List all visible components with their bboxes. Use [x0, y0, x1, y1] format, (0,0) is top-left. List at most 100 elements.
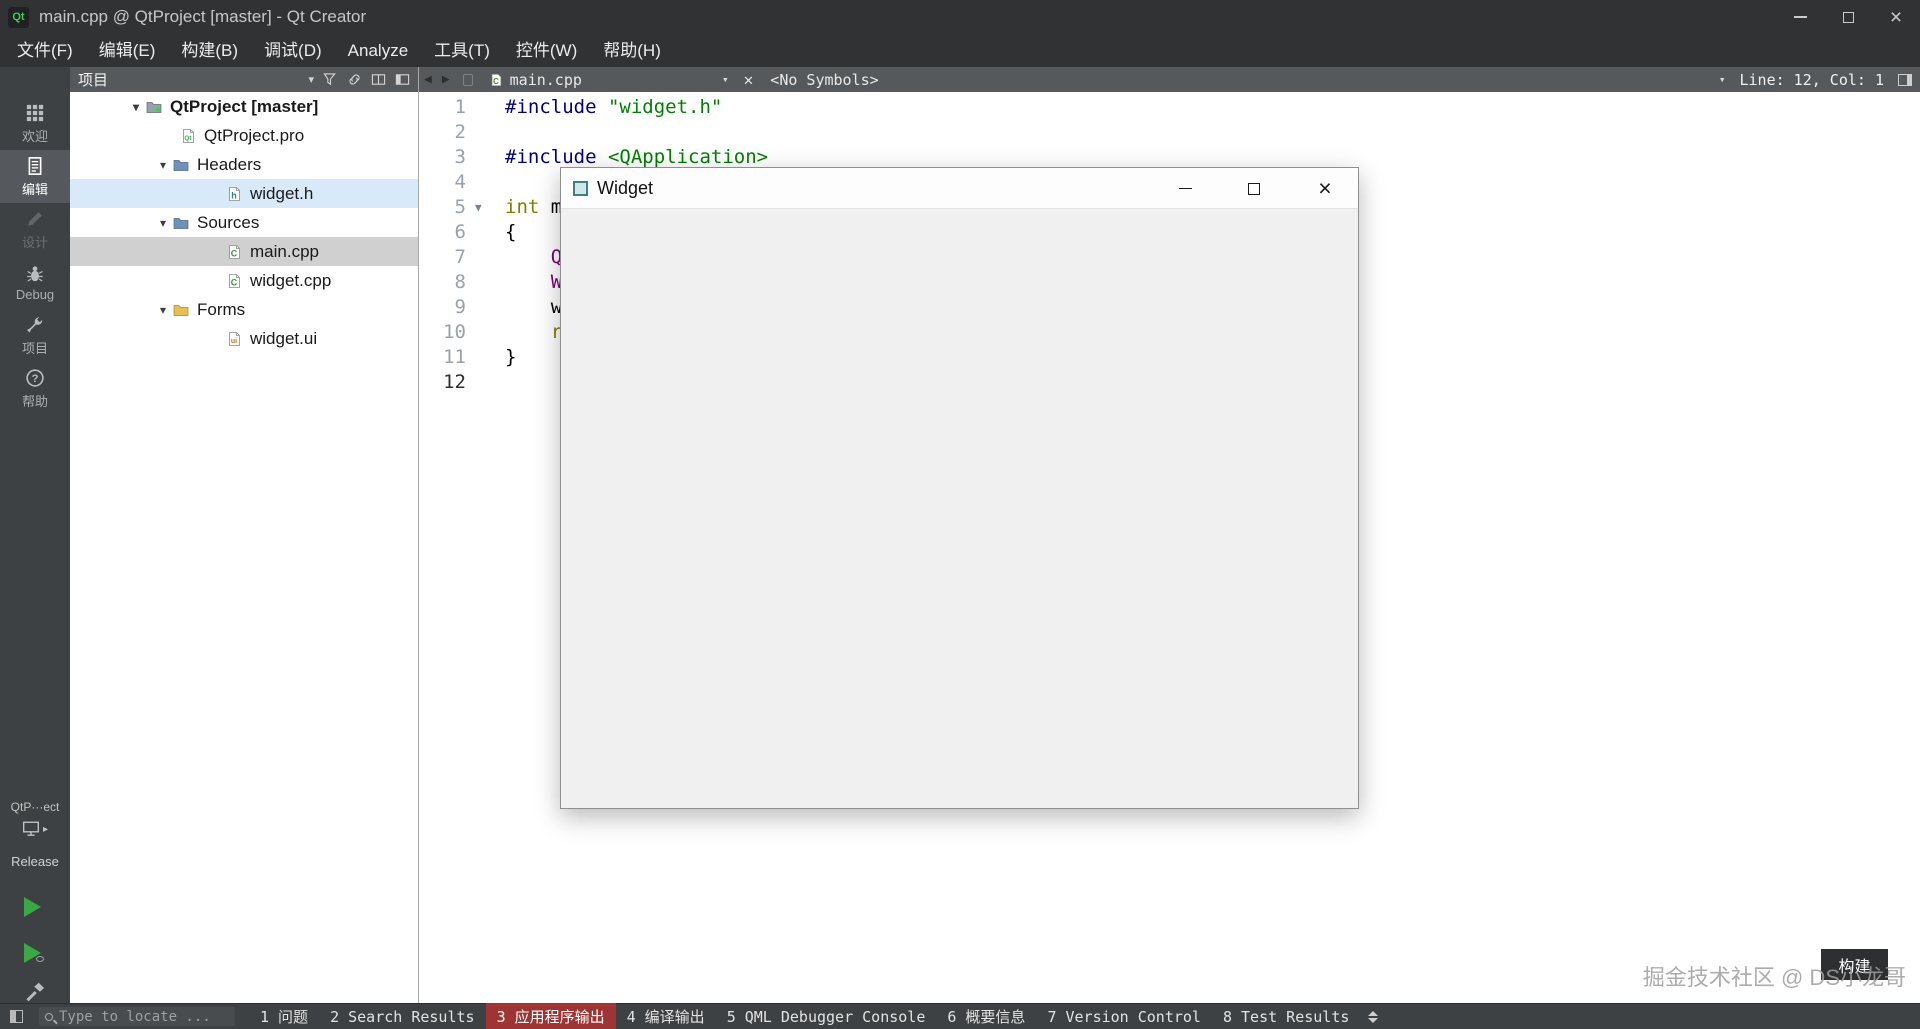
menu-window[interactable]: 控件(W): [503, 34, 590, 67]
split-panel-icon[interactable]: [371, 72, 386, 87]
document-selector[interactable]: C main.cpp ▾: [483, 71, 735, 89]
pane-summary-info[interactable]: 6 概要信息: [936, 1003, 1036, 1029]
window-title: main.cpp @ QtProject [master] - Qt Creat…: [39, 7, 367, 26]
chevron-down-icon[interactable]: ▾: [126, 100, 146, 114]
menu-edit[interactable]: 编辑(E): [86, 34, 169, 67]
kit-selector-label[interactable]: QtP···ect: [0, 800, 70, 814]
edit-document-icon: [28, 156, 42, 175]
menu-analyze[interactable]: Analyze: [335, 34, 421, 67]
panel-dropdown-icon[interactable]: ▾: [308, 73, 314, 86]
pane-compile-output[interactable]: 4 编译输出: [616, 1003, 716, 1029]
chevron-down-icon[interactable]: ▾: [1719, 73, 1726, 86]
tree-row-widget-cpp[interactable]: C widget.cpp: [70, 266, 418, 295]
line-number: 3: [454, 146, 466, 168]
line-number: 2: [454, 121, 466, 143]
maximize-button[interactable]: [1824, 0, 1872, 34]
menu-tools[interactable]: 工具(T): [421, 34, 503, 67]
chevron-down-icon[interactable]: ▾: [153, 158, 173, 172]
pane-version-control[interactable]: 7 Version Control: [1036, 1005, 1212, 1029]
ui-file-icon: ui: [226, 331, 242, 347]
tree-label: QtProject [master]: [170, 96, 319, 116]
line-number: 11: [443, 346, 466, 368]
line-number: 10: [443, 321, 466, 343]
project-panel-header: 项目 ▾: [70, 67, 418, 92]
editor-toolbar: ◀ ▶ C main.cpp ▾ ✕ <No Symbols> ▾ Line: …: [419, 67, 1920, 92]
tree-row-headers[interactable]: ▾ Headers: [70, 150, 418, 179]
pro-file-icon: Qt: [180, 128, 196, 144]
menu-file[interactable]: 文件(F): [4, 34, 86, 67]
tree-row-project-root[interactable]: ▾ QtProject [master]: [70, 92, 418, 121]
menu-help[interactable]: 帮助(H): [590, 34, 674, 67]
line-number: 8: [454, 271, 466, 293]
line-number: 1: [454, 96, 466, 118]
cursor-position-label: Line: 12, Col: 1: [1739, 70, 1885, 89]
svg-text:h: h: [231, 190, 237, 200]
widget-window-titlebar[interactable]: Widget ×: [561, 168, 1358, 209]
search-icon: [45, 1012, 53, 1021]
pane-application-output[interactable]: 3 应用程序输出: [485, 1003, 616, 1029]
svg-text:C: C: [231, 248, 238, 258]
widget-close-button[interactable]: ×: [1302, 168, 1348, 209]
pane-expand-icon[interactable]: [1368, 1010, 1379, 1023]
sync-link-icon[interactable]: [347, 72, 362, 87]
chevron-down-icon[interactable]: ▾: [153, 216, 173, 230]
toggle-left-sidebar-icon[interactable]: [10, 1010, 23, 1023]
mode-help[interactable]: ? 帮助: [0, 362, 70, 415]
pane-test-results[interactable]: 8 Test Results: [1212, 1005, 1360, 1029]
close-panel-icon[interactable]: [395, 72, 410, 87]
locator-input[interactable]: [59, 1008, 219, 1025]
tree-row-sources[interactable]: ▾ Sources: [70, 208, 418, 237]
pane-search-results[interactable]: 2 Search Results: [319, 1005, 486, 1029]
fold-marker-icon[interactable]: ▼: [475, 195, 482, 220]
chevron-down-icon[interactable]: ▾: [722, 73, 729, 86]
close-document-icon[interactable]: ✕: [735, 70, 763, 89]
symbols-dropdown[interactable]: <No Symbols>: [770, 71, 878, 89]
menu-debug[interactable]: 调试(D): [251, 34, 335, 67]
filter-icon[interactable]: [323, 72, 338, 87]
code-line[interactable]: 2: [419, 120, 1920, 145]
tree-row-widget-h[interactable]: h widget.h: [70, 179, 418, 208]
tree-row-main-cpp[interactable]: C main.cpp: [70, 237, 418, 266]
menu-build[interactable]: 构建(B): [168, 34, 251, 67]
run-button[interactable]: [24, 897, 41, 917]
minimize-icon: [1178, 187, 1192, 190]
line-number: 5: [454, 196, 466, 218]
mode-sidebar: 欢迎 编辑 设计 Debug 项目 ? 帮助 QtP···ect ▸ Relea…: [0, 67, 70, 1003]
mode-edit[interactable]: 编辑: [0, 150, 70, 203]
code-text: #include "widget.h": [505, 96, 723, 118]
tree-row-forms[interactable]: ▾ Forms: [70, 295, 418, 324]
widget-window-title: Widget: [597, 177, 654, 198]
tree-label: Headers: [197, 154, 262, 174]
project-tree: ▾ QtProject [master] Qt QtProject.pro ▾ …: [70, 92, 418, 353]
forward-icon[interactable]: ▶: [437, 72, 455, 87]
tree-row-widget-ui[interactable]: ui widget.ui: [70, 324, 418, 353]
project-panel-title[interactable]: 项目: [78, 69, 108, 90]
mode-welcome[interactable]: 欢迎: [0, 97, 70, 150]
project-panel: 项目 ▾ ▾ QtProject [master] Qt QtProject.p…: [70, 67, 419, 1003]
widget-app-window[interactable]: Widget ×: [560, 167, 1359, 809]
chevron-down-icon[interactable]: ▾: [153, 303, 173, 317]
tree-row-pro-file[interactable]: Qt QtProject.pro: [70, 121, 418, 150]
debug-bug-icon: [27, 265, 43, 282]
pane-qml-debugger-console[interactable]: 5 QML Debugger Console: [716, 1005, 937, 1029]
output-pane-buttons: 1 问题 2 Search Results 3 应用程序输出 4 编译输出 5 …: [249, 1003, 1360, 1029]
mode-debug[interactable]: Debug: [0, 256, 70, 309]
widget-maximize-button[interactable]: [1231, 168, 1277, 209]
line-number-current: 12: [443, 371, 466, 393]
close-button[interactable]: ×: [1872, 0, 1920, 34]
locator-box[interactable]: [39, 1007, 235, 1026]
back-icon[interactable]: ◀: [419, 72, 437, 87]
minimize-button[interactable]: [1776, 0, 1824, 34]
mode-projects[interactable]: 项目: [0, 309, 70, 362]
code-line[interactable]: 1 #include "widget.h": [419, 95, 1920, 120]
toggle-sidebar-icon[interactable]: [1898, 73, 1912, 86]
kit-selector-button[interactable]: ▸: [0, 820, 70, 838]
widget-minimize-button[interactable]: [1162, 168, 1208, 209]
svg-text:ui: ui: [231, 338, 237, 345]
pane-issues[interactable]: 1 问题: [249, 1003, 319, 1029]
line-number: 9: [454, 296, 466, 318]
mode-design: 设计: [0, 203, 70, 256]
design-pencil-icon: [28, 211, 42, 226]
